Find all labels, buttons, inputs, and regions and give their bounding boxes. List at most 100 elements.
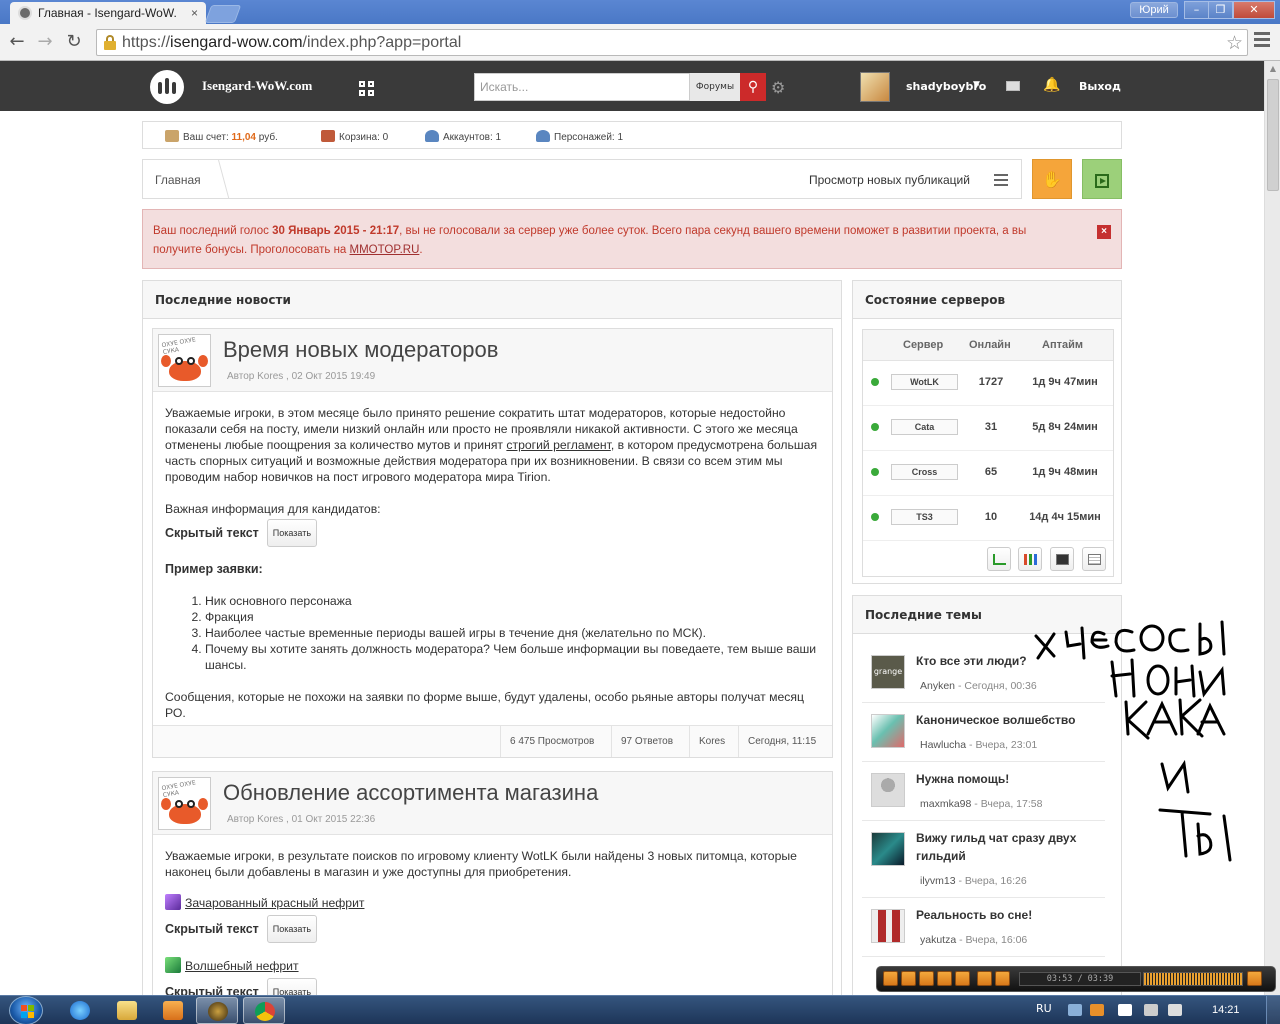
fast-forward-icon[interactable] [955,971,970,986]
play-button[interactable] [1082,159,1122,199]
cart-item[interactable]: Корзина: 0 [321,130,388,143]
stop-icon[interactable] [919,971,934,986]
play-icon[interactable] [883,971,898,986]
show-spoiler-button[interactable]: Показать [266,915,318,943]
accounts-item[interactable]: Аккаунтов: 1 [425,130,501,143]
list-item[interactable]: Реальность во сне! yakutza - Вчера, 16:0… [862,898,1105,957]
search-button[interactable]: ⚲ [740,73,766,101]
site-logo-icon[interactable] [150,70,184,104]
topic-thumbnail[interactable] [871,832,905,866]
last-reply-time[interactable]: Сегодня, 11:15 [738,726,825,757]
tab-close-icon[interactable]: × [191,6,198,20]
taskbar-clock[interactable]: 14:21 [1212,1004,1240,1016]
window-user-badge[interactable]: Юрий [1130,2,1178,18]
example-heading: Пример заявки: [165,562,263,576]
tray-arrow-icon[interactable] [1068,1004,1082,1016]
author-avatar[interactable]: ОХУЕ ОХУЕ СУКА [158,777,211,830]
bookmark-star-icon[interactable]: ☆ [1226,32,1243,54]
taskbar-wow[interactable] [196,997,238,1024]
search-scope-select[interactable]: Форумы [690,73,740,101]
regulations-link[interactable]: строгий регламент [506,438,610,452]
lock-icon[interactable] [103,34,117,51]
minimize-button[interactable]: – [1184,1,1209,19]
breadcrumb-home[interactable]: Главная [155,173,201,187]
bell-icon[interactable]: 🔔 [1043,77,1060,93]
topic-thumbnail[interactable] [871,714,905,748]
volume-icon[interactable] [1168,1004,1182,1016]
taskbar-ie[interactable] [59,997,101,1024]
post-author[interactable]: Kores [689,726,734,757]
uptime: 1д 9ч 48мин [1032,466,1098,478]
balance-item[interactable]: Ваш счет: 11,04 руб. [165,130,278,143]
chevron-down-icon[interactable]: ▼ [973,80,980,90]
search-input[interactable]: Искать... [474,73,690,101]
scroll-up-icon[interactable]: ▲ [1265,61,1280,77]
new-tab-button[interactable] [204,5,242,23]
taskbar-chrome[interactable] [243,997,285,1024]
network-icon[interactable] [1144,1004,1158,1016]
address-bar[interactable]: https://isengard-wow.com/index.php?app=p… [96,29,1248,56]
server-status-title: Состояние серверов [853,281,1121,319]
author-avatar[interactable]: ОХУЕ ОХУЕ СУКА [158,334,211,387]
windows-taskbar: RU 14:21 [0,995,1280,1024]
post-title[interactable]: Время новых модераторов [223,337,498,363]
pause-icon[interactable] [901,971,916,986]
show-spoiler-button[interactable]: Показать [266,978,318,995]
site-favicon-icon [18,6,32,20]
close-window-button[interactable]: ✕ [1233,1,1275,19]
action-center-flag-icon[interactable] [1118,1004,1132,1016]
topic-title[interactable]: Реальность во сне! [916,906,1102,924]
folder-icon [117,1001,137,1020]
tab-isengard[interactable]: Главная - Isengard-WoW. × [10,2,206,24]
volume-slider[interactable] [1143,972,1243,986]
calendar-icon[interactable] [1082,547,1106,571]
characters-item[interactable]: Персонажей: 1 [536,130,623,143]
show-spoiler-button[interactable]: Показать [266,519,318,547]
item-link[interactable]: Волшебный нефрит [185,959,299,973]
taskbar-media-player[interactable] [152,997,194,1024]
logout-link[interactable]: Выход [1079,80,1121,93]
start-button[interactable] [9,996,43,1024]
topic-meta: Hawlucha - Вчера, 23:01 [920,739,1038,751]
monitor-icon[interactable] [1050,547,1074,571]
replies-count[interactable]: 97 Ответов [611,726,682,757]
mail-icon[interactable] [1006,81,1020,91]
post-meta: Автор Kores , 01 Окт 2015 22:36 [227,814,376,825]
post-title[interactable]: Обновление ассортимента магазина [223,780,598,806]
show-desktop-button[interactable] [1266,996,1280,1024]
player-menu-icon[interactable] [1247,971,1262,986]
search-settings-gear-icon[interactable]: ⚙ [771,78,785,97]
server-name: WotLK [891,374,958,390]
tray-player-icon[interactable] [1090,1004,1104,1016]
topic-thumbnail[interactable]: grange [871,655,905,689]
rewind-icon[interactable] [937,971,952,986]
server-name: Cata [891,419,958,435]
like-button[interactable]: ✋ [1032,159,1072,199]
item-link[interactable]: Зачарованный красный нефрит [185,896,364,910]
site-name[interactable]: Isengard-WoW.com [202,78,312,94]
scrollbar-thumb[interactable] [1267,79,1279,191]
alert-close-button[interactable]: × [1097,225,1111,239]
topic-thumbnail[interactable] [871,909,905,943]
trend-chart-icon[interactable] [987,547,1011,571]
bar-chart-icon[interactable] [1018,547,1042,571]
default-avatar-icon[interactable] [871,773,905,807]
media-player-bar: 03:53 / 03:39 [876,966,1276,992]
mmotop-link[interactable]: MMOTOP.RU [350,244,420,256]
taskbar-explorer[interactable] [106,997,148,1024]
reload-icon[interactable]: ↻ [62,30,86,54]
page-scrollbar[interactable]: ▲ [1264,61,1280,995]
language-indicator[interactable]: RU [1036,1002,1052,1015]
repeat-icon[interactable] [977,971,992,986]
server-status-panel: Состояние серверов Сервер Онлайн Аптайм … [852,280,1122,584]
list-icon[interactable] [994,174,1008,186]
forward-icon[interactable]: → [33,30,57,54]
user-avatar[interactable] [860,72,890,102]
chrome-menu-icon[interactable] [1254,32,1270,50]
post-body: Уважаемые игроки, в этом месяце было при… [153,392,832,750]
back-icon[interactable]: ← [5,30,29,54]
playlist-icon[interactable] [995,971,1010,986]
maximize-button[interactable]: ❐ [1208,1,1233,19]
apps-grid-icon[interactable] [359,81,375,97]
new-publications-link[interactable]: Просмотр новых публикаций [809,173,970,187]
